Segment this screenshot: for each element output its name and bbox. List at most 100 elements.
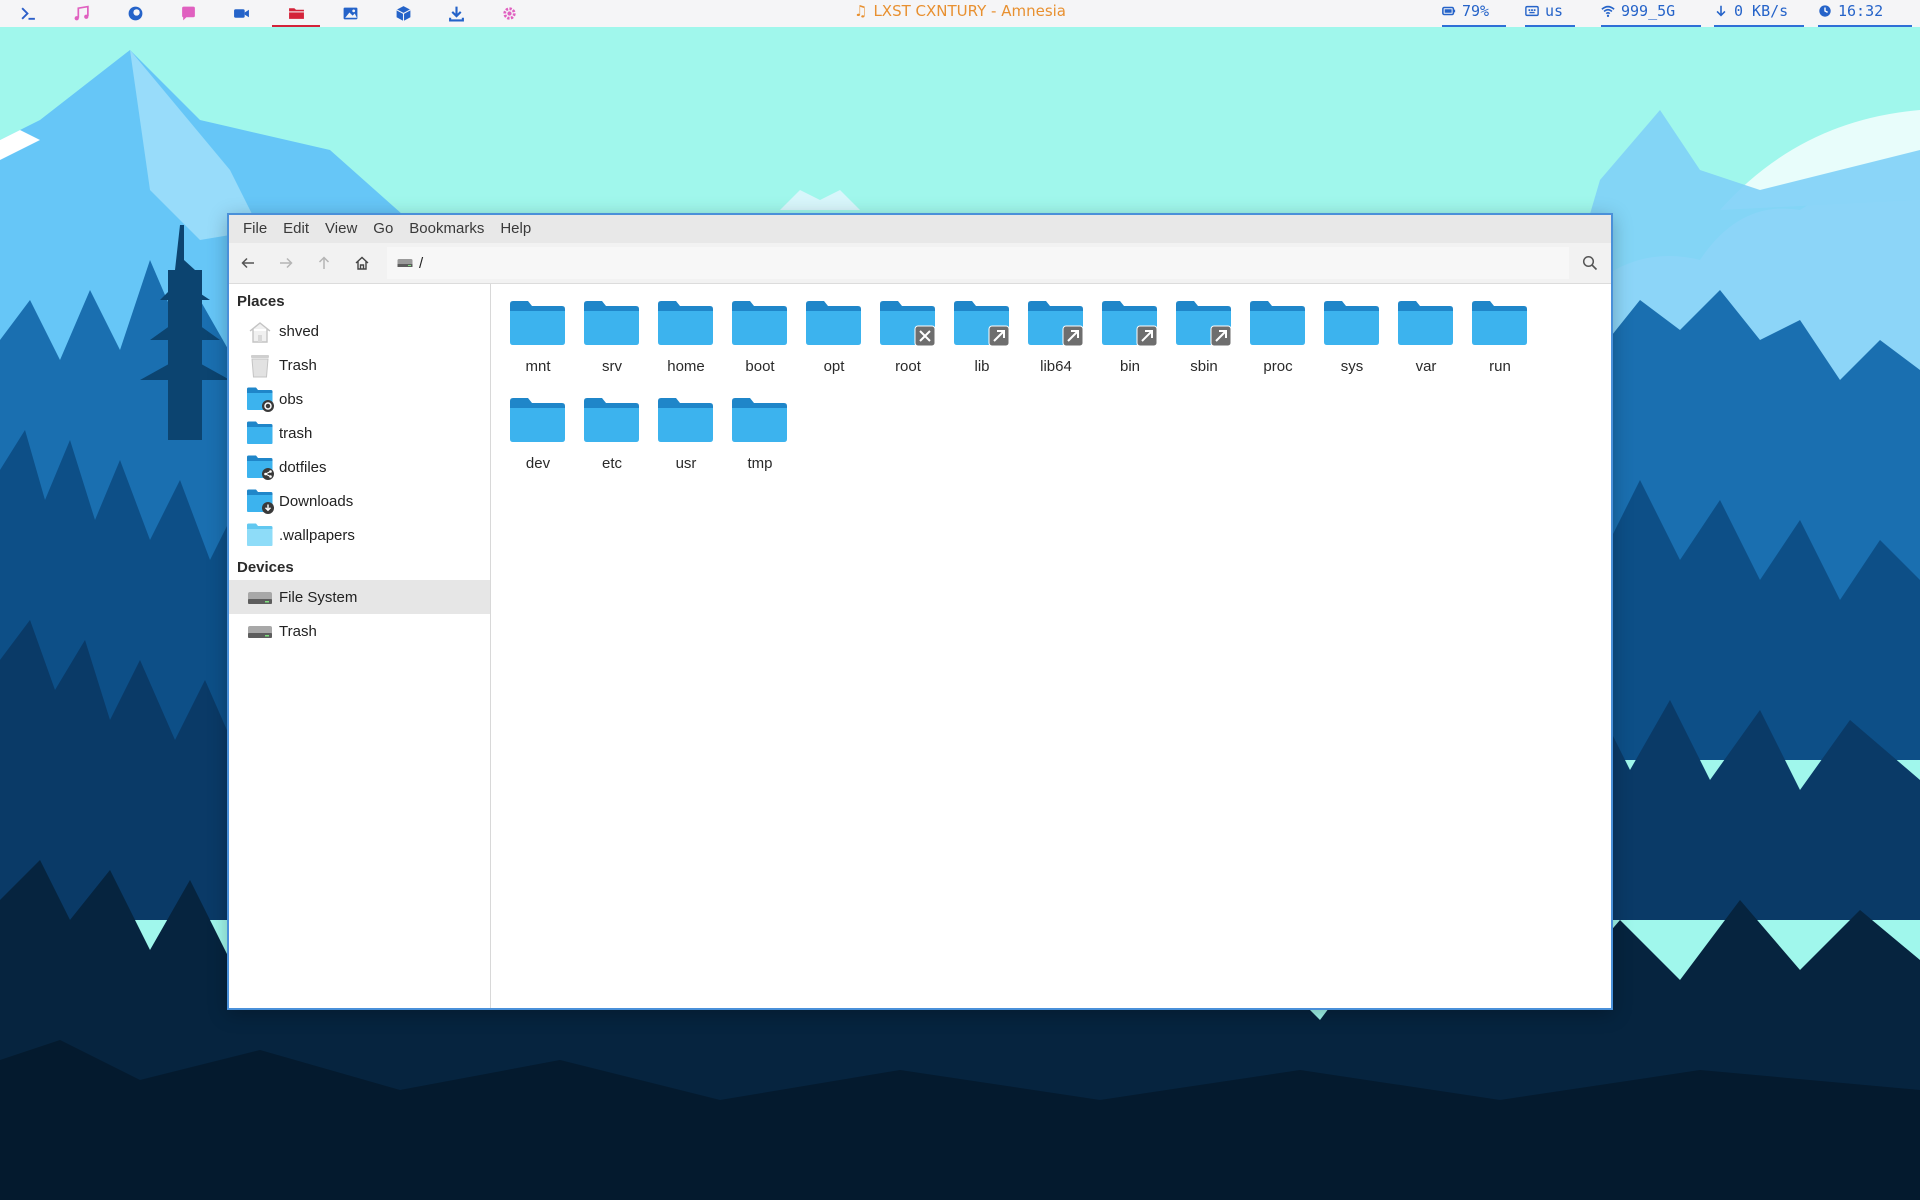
sidebar-item-label: Trash (279, 356, 317, 374)
folder-item-boot[interactable]: boot (723, 298, 797, 395)
sidebar-item-trash[interactable]: Trash (229, 348, 490, 382)
file-icon-view[interactable]: mnt srv home boot opt root lib lib64 bin… (491, 284, 1611, 1008)
folder-item-proc[interactable]: proc (1241, 298, 1315, 395)
home-button[interactable] (343, 247, 381, 279)
chat-launcher[interactable] (164, 0, 212, 27)
download-launcher[interactable] (432, 0, 480, 27)
folder-icon (245, 419, 275, 447)
folder-item-lib64[interactable]: lib64 (1019, 298, 1093, 395)
sidebar-item-label: trash (279, 424, 313, 442)
folder-item-sys[interactable]: sys (1315, 298, 1389, 395)
music-launcher[interactable] (57, 0, 105, 27)
sidebar-item-label: obs (279, 390, 304, 408)
search-button[interactable] (1575, 248, 1605, 278)
folder-item-opt[interactable]: opt (797, 298, 871, 395)
menu-view[interactable]: View (317, 215, 365, 243)
network-speed-indicator[interactable]: 0 KB/s (1714, 0, 1804, 27)
menu-bookmarks[interactable]: Bookmarks (401, 215, 492, 243)
folder-item-srv[interactable]: srv (575, 298, 649, 395)
drive-icon (245, 583, 275, 611)
folder-label: proc (1263, 358, 1293, 375)
folder-item-home[interactable]: home (649, 298, 723, 395)
folder-item-dev[interactable]: dev (501, 395, 575, 492)
back-button[interactable] (229, 247, 267, 279)
package-icon (395, 6, 411, 21)
forward-button[interactable] (267, 247, 305, 279)
battery-icon (1442, 6, 1456, 15)
keyboard-layout-indicator[interactable]: us (1525, 0, 1575, 27)
folder-item-tmp[interactable]: tmp (723, 395, 797, 492)
keyboard-icon (1525, 5, 1539, 16)
sidebar: Places shved Trash obs trash dotfiles Downloa… (229, 284, 491, 1008)
sidebar-item-obs[interactable]: obs (229, 382, 490, 416)
folder-item-var[interactable]: var (1389, 298, 1463, 395)
menubar: File Edit View Go Bookmarks Help (229, 215, 1611, 243)
terminal-launcher[interactable] (4, 0, 52, 27)
sidebar-item-shved[interactable]: shved (229, 314, 490, 348)
home-icon (355, 256, 369, 270)
video-launcher[interactable] (217, 0, 265, 27)
sidebar-item-label: Trash (279, 622, 317, 640)
folder-locked-icon (880, 301, 936, 347)
folder-icon (1472, 301, 1527, 345)
folder-label: home (667, 358, 705, 375)
battery-indicator[interactable]: 79% (1442, 0, 1506, 27)
folder-symlink-icon (1176, 301, 1232, 347)
clock-indicator[interactable]: 16:32 (1818, 0, 1912, 27)
sidebar-item-dotfiles[interactable]: dotfiles (229, 450, 490, 484)
wifi-icon (1601, 5, 1615, 17)
arrow-left-icon (241, 257, 254, 269)
now-playing-label[interactable]: ♫ LXST CXNTURY - Amnesia (854, 2, 1066, 20)
folder-label: mnt (525, 358, 551, 375)
devices-heading: Devices (237, 559, 294, 576)
folder-icon (1398, 301, 1453, 345)
folder-symlink-icon (1028, 301, 1084, 347)
sidebar-device-trash[interactable]: Trash (229, 614, 490, 648)
settings-launcher[interactable] (485, 0, 533, 27)
settings-icon (502, 7, 516, 20)
folder-launcher[interactable] (272, 0, 320, 27)
menu-file[interactable]: File (235, 215, 275, 243)
firefox-launcher[interactable] (111, 0, 159, 27)
folder-icon (288, 8, 304, 19)
folder-item-run[interactable]: run (1463, 298, 1537, 395)
folder-label: etc (601, 455, 622, 472)
folder-label: srv (602, 358, 622, 375)
menu-help[interactable]: Help (492, 215, 539, 243)
menu-go[interactable]: Go (365, 215, 401, 243)
folder-label: tmp (747, 455, 773, 472)
sidebar-item-label: dotfiles (279, 458, 327, 476)
search-icon (1582, 255, 1598, 271)
folder-item-mnt[interactable]: mnt (501, 298, 575, 395)
folder-item-bin[interactable]: bin (1093, 298, 1167, 395)
folder-label: var (1415, 358, 1437, 375)
up-button[interactable] (305, 247, 343, 279)
folder-label: run (1489, 358, 1511, 375)
folder-icon (584, 398, 639, 442)
arrow-down-icon (1716, 5, 1726, 16)
folder-icon (806, 301, 861, 345)
menu-edit[interactable]: Edit (275, 215, 317, 243)
wifi-indicator[interactable]: 999_5G (1601, 0, 1701, 27)
sidebar-device-file-system[interactable]: File System (229, 580, 490, 614)
folder-item-lib[interactable]: lib (945, 298, 1019, 395)
folder-item-etc[interactable]: etc (575, 395, 649, 492)
folder-icon (1324, 301, 1379, 345)
folder-item-root[interactable]: root (871, 298, 945, 395)
clock-icon (1819, 4, 1831, 17)
keyboard-layout-value: us (1545, 1, 1564, 20)
location-path: / (419, 254, 424, 272)
places-heading: Places (237, 293, 285, 310)
folder-label: sbin (1190, 358, 1218, 375)
folder-label: bin (1119, 358, 1141, 375)
sidebar-item-trash[interactable]: trash (229, 416, 490, 450)
folder-item-usr[interactable]: usr (649, 395, 723, 492)
location-bar[interactable]: / (387, 247, 1569, 279)
image-launcher[interactable] (326, 0, 374, 27)
sidebar-item-wallpapers[interactable]: .wallpapers (229, 518, 490, 552)
sidebar-item-downloads[interactable]: Downloads (229, 484, 490, 518)
package-launcher[interactable] (379, 0, 427, 27)
folder-item-sbin[interactable]: sbin (1167, 298, 1241, 395)
music-note-icon: ♫ (853, 2, 868, 20)
folder-icon (510, 301, 565, 345)
